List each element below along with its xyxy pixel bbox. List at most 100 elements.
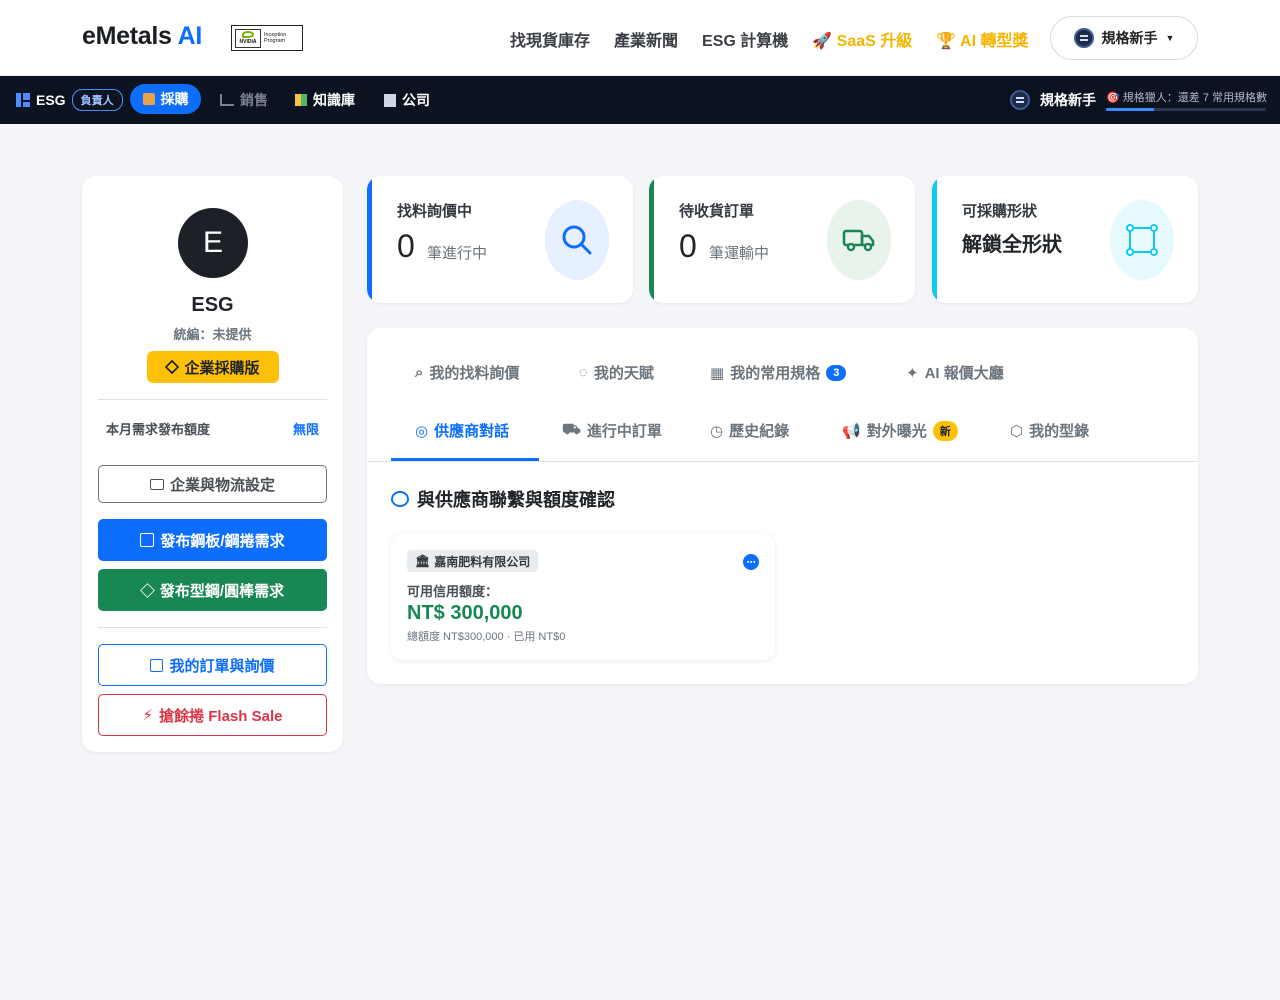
level-progress: 🎯 規格獵人：還差 7 常用規格數 xyxy=(1106,89,1267,111)
user-level-label: 規格新手 xyxy=(1101,30,1158,46)
tab-active-orders[interactable]: ⛟ 進行中訂單 xyxy=(562,420,662,441)
org-name: ESG xyxy=(36,92,66,108)
divider xyxy=(367,461,1198,462)
section-title: 與供應商聯繫與額度確認 xyxy=(391,486,615,512)
brand-logo[interactable]: eMetals AI xyxy=(82,22,202,51)
sparkles-icon: ✦ xyxy=(906,364,919,382)
clock-icon: ◷ xyxy=(710,422,724,440)
stat-pending-orders[interactable]: 待收貨訂單 0 筆運輸中 xyxy=(649,176,915,303)
chat-icon: ◎ xyxy=(415,422,429,440)
spec-count-badge: 3 xyxy=(826,364,847,381)
credit-detail: 總額度 NT$300,000 · 已用 NT$0 xyxy=(407,631,566,643)
stat-unit: 筆運輸中 xyxy=(709,245,770,262)
role-badge: 負責人 xyxy=(71,89,123,111)
building-icon xyxy=(384,93,396,107)
level-badge-icon xyxy=(1073,28,1094,48)
post-section-demand-button[interactable]: 發布型鋼/圓棒需求 xyxy=(98,569,327,611)
supplier-name: 🏛 嘉南肥料有限公司 xyxy=(407,550,539,572)
stat-value: 0 xyxy=(397,228,415,264)
orders-inquiries-button[interactable]: 我的訂單與詢價 xyxy=(98,644,327,686)
tab-procurement[interactable]: 採購 xyxy=(130,84,201,114)
accent-bar xyxy=(649,176,654,303)
nav-news[interactable]: 產業新聞 xyxy=(614,27,678,51)
search-icon: ⌕ xyxy=(415,364,424,381)
divider xyxy=(98,399,327,400)
accent-bar xyxy=(367,176,372,303)
ruler-icon: ▦ xyxy=(710,364,725,382)
accent-bar xyxy=(932,176,937,303)
credit-label: 可用信用額度： xyxy=(407,584,499,599)
supplier-card[interactable]: 🏛 嘉南肥料有限公司 ⋯ 可用信用額度： NT$ 300,000 總額度 NT$3… xyxy=(391,534,775,660)
caret-down-icon: ▼ xyxy=(1165,33,1175,43)
tax-id: 統編：未提供 xyxy=(173,327,252,342)
tab-my-catalog[interactable]: ⬡ 我的型錄 xyxy=(1010,420,1089,441)
stat-inquiries[interactable]: 找料詢價中 0 筆進行中 xyxy=(367,176,633,303)
nav-esg-calculator[interactable]: ESG 計算機 xyxy=(702,27,788,51)
nvidia-logo: NVIDIA xyxy=(235,28,261,48)
tab-sales[interactable]: 銷售 xyxy=(220,76,268,124)
plan-badge: 企業採購版 xyxy=(147,351,279,383)
factory-icon xyxy=(220,94,234,106)
box-icon xyxy=(140,582,155,598)
tab-company[interactable]: 公司 xyxy=(384,76,430,124)
stat-title: 待收貨訂單 xyxy=(679,203,755,220)
quota-label: 本月需求發布額度 xyxy=(106,422,211,437)
nav-ai-award[interactable]: 🏆 AI 轉型獎 xyxy=(936,27,1028,51)
tab-my-talents[interactable]: ◌ 我的天賦 xyxy=(579,362,654,383)
bounding-box-icon xyxy=(1110,200,1174,280)
stat-title: 可採購形狀 xyxy=(962,203,1038,220)
truck-icon: ⛟ xyxy=(562,421,581,438)
lightning-icon: ⚡ xyxy=(142,707,154,724)
id-card-icon xyxy=(149,478,164,490)
nav-saas-upgrade[interactable]: 🚀 SaaS 升級 xyxy=(812,27,912,51)
user-menu-button[interactable]: 規格新手 ▼ xyxy=(1050,16,1198,60)
stat-unit: 筆進行中 xyxy=(427,245,488,262)
flash-sale-button[interactable]: ⚡ 搶餘捲 Flash Sale xyxy=(98,694,327,736)
stat-shapes[interactable]: 可採購形狀 解鎖全形狀 xyxy=(932,176,1198,303)
quota-value: 無限 xyxy=(292,422,319,437)
list-icon xyxy=(150,658,164,672)
dashboard-icon xyxy=(16,93,30,107)
credit-amount: NT$ 300,000 xyxy=(407,602,523,624)
rocket-icon: 🚀 xyxy=(812,33,833,50)
level-label: 規格新手 xyxy=(1040,92,1096,108)
post-plate-demand-button[interactable]: 發布鋼板/鋼捲需求 xyxy=(98,519,327,561)
tab-common-specs[interactable]: ▦ 我的常用規格 3 xyxy=(710,362,847,383)
box-icon: ⬡ xyxy=(1010,422,1024,440)
inception-text: Inception Program xyxy=(264,32,287,44)
progress-bar-fill xyxy=(1106,108,1154,111)
tab-ai-quote-hall[interactable]: ✦ AI 報價大廳 xyxy=(906,362,1004,383)
tab-my-inquiries[interactable]: ⌕ 我的找料詢價 xyxy=(415,362,519,383)
level-badge-icon xyxy=(1010,90,1030,110)
avatar: E xyxy=(178,208,248,278)
search-icon xyxy=(545,200,609,280)
gem-icon xyxy=(165,359,180,375)
divider xyxy=(98,627,327,628)
target-icon: 🎯 xyxy=(1106,92,1120,104)
stat-value: 解鎖全形狀 xyxy=(962,234,1062,256)
company-settings-button[interactable]: 企業與物流設定 xyxy=(98,465,327,503)
org-switcher[interactable]: ESG 負責人 xyxy=(16,76,123,124)
top-navbar: eMetals AI NVIDIA Inception Program 找現貨庫存 … xyxy=(0,0,1280,76)
dashboard-tabs-card: ⌕ 我的找料詢價 ◌ 我的天賦 ▦ 我的常用規格 3 ✦ AI 報價大廳 ◎ 供應商對話 ⛟… xyxy=(367,328,1198,684)
chat-dots-icon[interactable]: ⋯ xyxy=(743,554,759,570)
layout-icon xyxy=(140,533,155,547)
truck-icon xyxy=(827,200,891,280)
nav-inventory[interactable]: 找現貨庫存 xyxy=(510,27,590,51)
company-name: ESG xyxy=(191,294,234,316)
tab-supplier-chat[interactable]: ◎ 供應商對話 xyxy=(415,420,509,441)
chat-icon xyxy=(391,491,409,507)
trophy-icon: 🏆 xyxy=(936,33,957,50)
tab-knowledge[interactable]: 知識庫 xyxy=(295,76,355,124)
package-icon xyxy=(142,93,155,105)
stat-value: 0 xyxy=(679,228,697,264)
level-progress-text: 🎯 規格獵人：還差 7 常用規格數 xyxy=(1106,92,1267,104)
profile-card: E ESG 統編：未提供 企業採購版 本月需求發布額度 無限 企業與物流設定 發… xyxy=(82,176,343,752)
tab-history[interactable]: ◷ 歷史紀錄 xyxy=(710,420,789,441)
nvidia-inception-badge: NVIDIA Inception Program xyxy=(231,25,303,51)
megaphone-icon: 📢 xyxy=(842,422,861,440)
new-badge: 新 xyxy=(932,420,958,441)
tab-exposure[interactable]: 📢 對外曝光新 xyxy=(842,420,958,441)
lightbulb-icon: ◌ xyxy=(579,364,588,381)
books-icon xyxy=(295,94,307,106)
